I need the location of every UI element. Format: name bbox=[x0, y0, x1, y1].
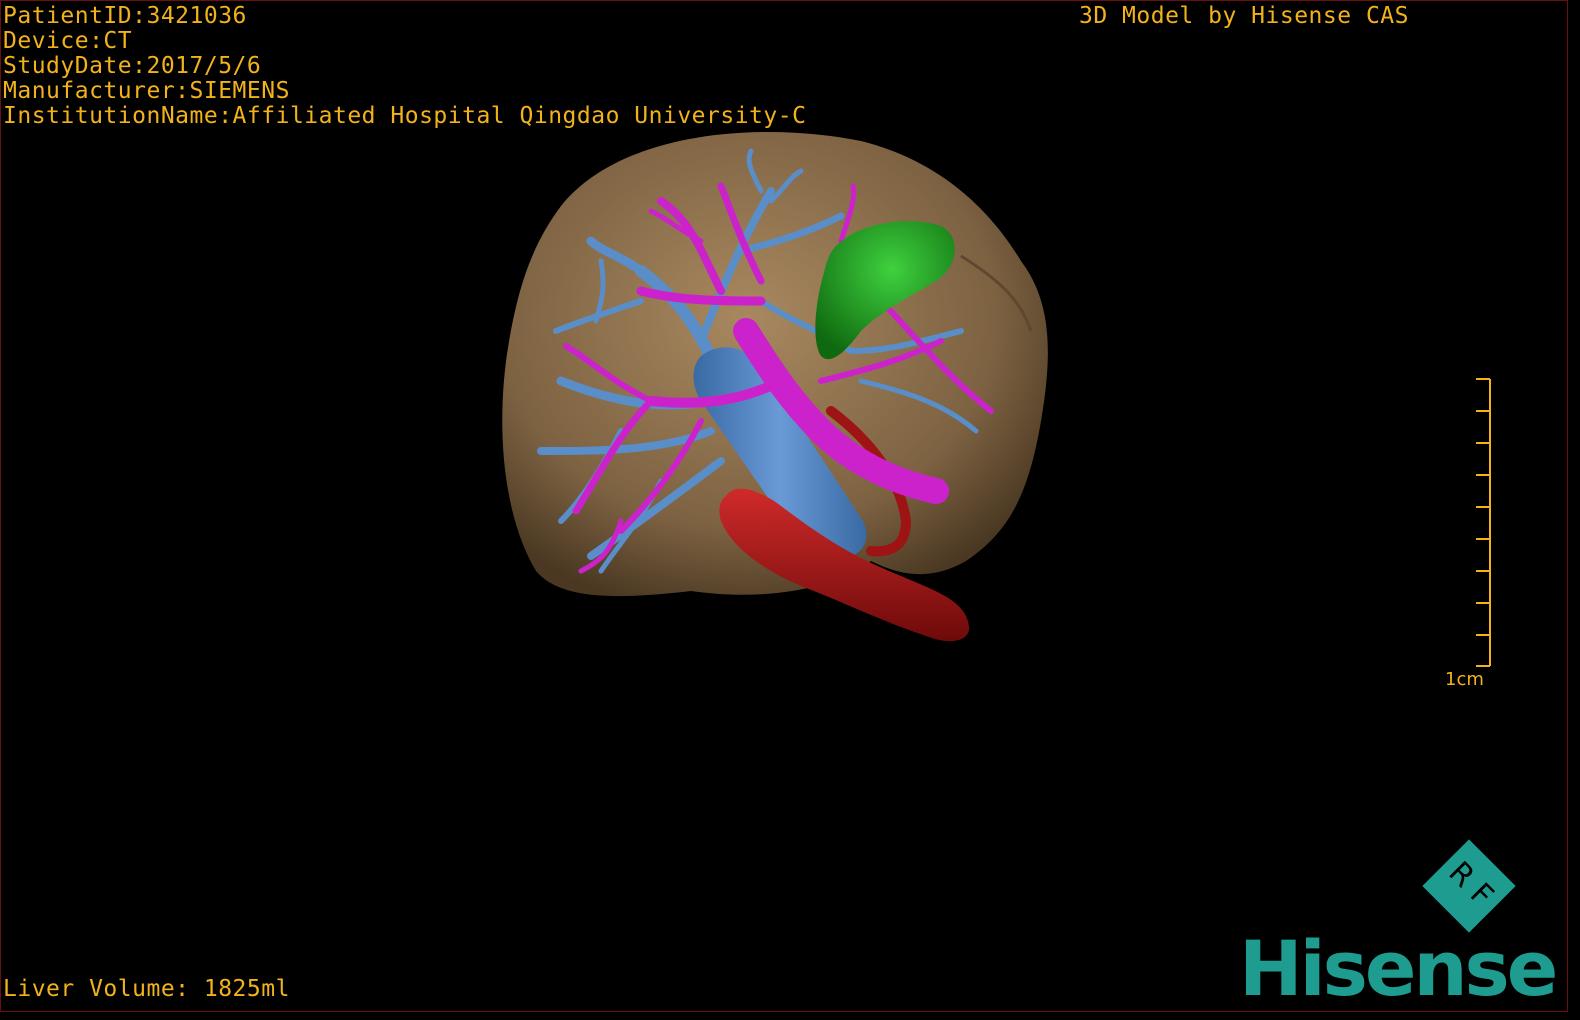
model-credit: 3D Model by Hisense CAS bbox=[1079, 3, 1409, 29]
scale-bar-label: 1cm bbox=[1445, 669, 1484, 690]
study-date: StudyDate:2017/5/6 bbox=[3, 53, 262, 79]
liver-3d-model[interactable] bbox=[1, 1, 1568, 1012]
device: Device:CT bbox=[3, 28, 133, 54]
manufacturer: Manufacturer:SIEMENS bbox=[3, 78, 290, 104]
institution-name: InstitutionName:Affiliated Hospital Qing… bbox=[3, 103, 807, 129]
liver-volume: Liver Volume: 1825ml bbox=[3, 976, 290, 1002]
3d-viewport[interactable]: PatientID:3421036 Device:CT StudyDate:20… bbox=[0, 0, 1568, 1012]
hisense-logo: Hisense bbox=[1239, 924, 1558, 1012]
patient-id: PatientID:3421036 bbox=[3, 3, 247, 29]
scale-bar bbox=[1476, 378, 1491, 667]
